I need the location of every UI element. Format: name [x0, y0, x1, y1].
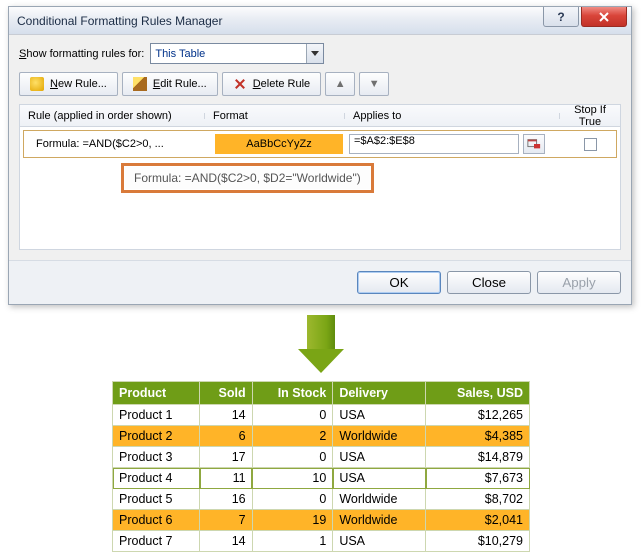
green-arrow-graphic [298, 315, 344, 373]
edit-rule-button[interactable]: Edit Rule... [122, 72, 218, 96]
move-up-button[interactable]: ▲ [325, 72, 355, 96]
table-row[interactable]: Product 3170USA$14,879 [113, 447, 530, 468]
titlebar[interactable]: Conditional Formatting Rules Manager ? [9, 7, 631, 35]
result-table: Product Sold In Stock Delivery Sales, US… [112, 381, 530, 552]
show-rules-value: This Table [155, 48, 205, 60]
show-rules-label: Show formatting rules for: [19, 48, 144, 60]
triangle-up-icon: ▲ [335, 78, 346, 90]
edit-rule-icon [133, 77, 147, 91]
apply-button[interactable]: Apply [537, 271, 621, 294]
applies-to-input[interactable]: =$A$2:$E$8 [349, 134, 519, 154]
triangle-down-icon: ▼ [369, 78, 380, 90]
cell-delivery[interactable]: USA [333, 531, 426, 552]
header-stop-if-true: Stop If True [560, 104, 620, 128]
cell-product[interactable]: Product 5 [113, 489, 200, 510]
table-row[interactable]: Product 7141USA$10,279 [113, 531, 530, 552]
dialog-title: Conditional Formatting Rules Manager [17, 14, 222, 28]
cell-sales[interactable]: $2,041 [426, 510, 530, 531]
cell-sold[interactable]: 16 [200, 489, 253, 510]
cf-rules-manager-dialog: Conditional Formatting Rules Manager ? S… [8, 6, 632, 305]
rule-formula-label: Formula: =AND($C2>0, ... [24, 138, 209, 150]
cell-sales[interactable]: $14,879 [426, 447, 530, 468]
help-button[interactable]: ? [543, 7, 579, 27]
delete-rule-icon [233, 77, 247, 91]
header-rule: Rule (applied in order shown) [20, 110, 205, 122]
close-icon [598, 11, 610, 23]
table-row[interactable]: Product 5160Worldwide$8,702 [113, 489, 530, 510]
close-window-button[interactable] [581, 7, 627, 27]
new-rule-button[interactable]: New Rule... [19, 72, 118, 96]
rules-toolbar: New Rule... Edit Rule... Delete Rule ▲ ▼ [19, 72, 621, 96]
cell-sales[interactable]: $8,702 [426, 489, 530, 510]
cell-product[interactable]: Product 3 [113, 447, 200, 468]
cell-sold[interactable]: 14 [200, 405, 253, 426]
cell-sales[interactable]: $12,265 [426, 405, 530, 426]
cell-sold[interactable]: 11 [200, 468, 253, 489]
range-picker-button[interactable] [523, 134, 545, 154]
formula-tooltip: Formula: =AND($C2>0, $D2="Worldwide") [121, 163, 374, 193]
cell-delivery[interactable]: Worldwide [333, 510, 426, 531]
rule-format-preview: AaBbCcYyZz [215, 134, 343, 154]
th-sales: Sales, USD [426, 382, 530, 405]
cell-instock[interactable]: 19 [252, 510, 333, 531]
cell-sales[interactable]: $4,385 [426, 426, 530, 447]
cell-sold[interactable]: 6 [200, 426, 253, 447]
th-instock: In Stock [252, 382, 333, 405]
show-rules-dropdown[interactable]: This Table [150, 43, 324, 64]
header-applies-to: Applies to [345, 110, 560, 122]
cell-product[interactable]: Product 4 [113, 468, 200, 489]
cell-instock[interactable]: 10 [252, 468, 333, 489]
cell-sales[interactable]: $10,279 [426, 531, 530, 552]
cell-instock[interactable]: 0 [252, 447, 333, 468]
move-down-button[interactable]: ▼ [359, 72, 389, 96]
table-header-row: Product Sold In Stock Delivery Sales, US… [113, 382, 530, 405]
delete-rule-button[interactable]: Delete Rule [222, 72, 322, 96]
cell-delivery[interactable]: USA [333, 447, 426, 468]
cell-delivery[interactable]: Worldwide [333, 489, 426, 510]
show-rules-for-row: Show formatting rules for: This Table [19, 43, 621, 64]
stop-if-true-checkbox[interactable] [584, 138, 597, 151]
range-picker-icon [527, 137, 541, 151]
table-row[interactable]: Product 262Worldwide$4,385 [113, 426, 530, 447]
th-product: Product [113, 382, 200, 405]
dialog-buttons: OK Close Apply [9, 260, 631, 304]
cell-product[interactable]: Product 7 [113, 531, 200, 552]
table-row[interactable]: Product 6719Worldwide$2,041 [113, 510, 530, 531]
cell-sales[interactable]: $7,673 [426, 468, 530, 489]
cell-instock[interactable]: 2 [252, 426, 333, 447]
cell-delivery[interactable]: USA [333, 468, 426, 489]
new-rule-icon [30, 77, 44, 91]
cell-instock[interactable]: 0 [252, 489, 333, 510]
th-sold: Sold [200, 382, 253, 405]
ok-button[interactable]: OK [357, 271, 441, 294]
header-format: Format [205, 110, 345, 122]
table-row[interactable]: Product 41110USA$7,673 [113, 468, 530, 489]
cell-sold[interactable]: 17 [200, 447, 253, 468]
cell-delivery[interactable]: USA [333, 405, 426, 426]
rules-header: Rule (applied in order shown) Format App… [20, 105, 620, 127]
cell-delivery[interactable]: Worldwide [333, 426, 426, 447]
cell-product[interactable]: Product 6 [113, 510, 200, 531]
table-row[interactable]: Product 1140USA$12,265 [113, 405, 530, 426]
close-button[interactable]: Close [447, 271, 531, 294]
rule-row[interactable]: Formula: =AND($C2>0, ... AaBbCcYyZz =$A$… [23, 130, 617, 158]
cell-product[interactable]: Product 1 [113, 405, 200, 426]
cell-instock[interactable]: 0 [252, 405, 333, 426]
cell-product[interactable]: Product 2 [113, 426, 200, 447]
cell-sold[interactable]: 14 [200, 531, 253, 552]
cell-instock[interactable]: 1 [252, 531, 333, 552]
chevron-down-icon [306, 44, 323, 63]
cell-sold[interactable]: 7 [200, 510, 253, 531]
th-delivery: Delivery [333, 382, 426, 405]
